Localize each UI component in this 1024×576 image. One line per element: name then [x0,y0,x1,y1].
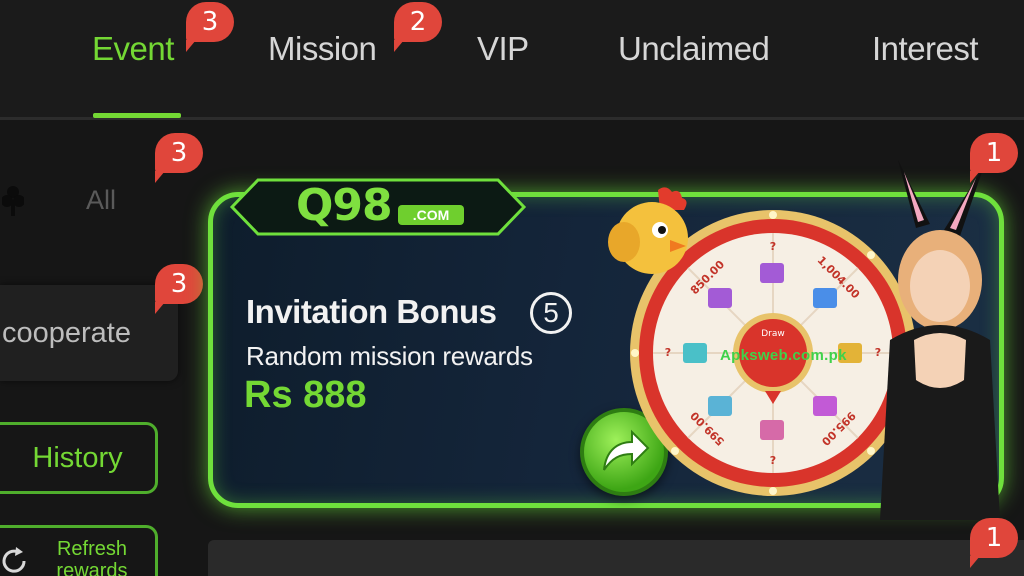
character-illustration [880,160,1000,520]
club-icon [2,186,24,216]
event-page: Event 3 Mission 2 VIP Unclaimed Interest… [0,0,1024,576]
sidebar-cooperate-badge: 3 [155,264,203,314]
tab-interest[interactable]: Interest [872,30,979,68]
tab-unclaimed[interactable]: Unclaimed [618,30,770,68]
chicken-mascot-illustration [608,187,688,274]
wheel-label-5: ? [770,454,776,467]
promo-title: Invitation Bonus [246,293,497,330]
tab-event[interactable]: Event [92,30,174,68]
tab-mission-badge: 2 [394,2,442,52]
wheel-label-7: ? [665,346,671,359]
wheel-center-label: Draw [761,329,785,339]
promo-amount: Rs 888 [244,374,367,416]
sidebar-item-cooperate-label: cooperate [2,317,131,349]
active-tab-indicator [93,113,181,118]
tab-event-badge: 3 [186,2,234,52]
promo-count: 5 [530,292,572,334]
sidebar-item-all-label[interactable]: All [86,185,116,216]
wheel-label-1: ? [770,240,776,253]
next-banner-badge: 1 [970,518,1018,568]
q98-logo-com: .COM [398,205,464,225]
tab-vip[interactable]: VIP [477,30,529,68]
banner-badge: 1 [970,133,1018,183]
next-banner[interactable] [208,540,1024,576]
history-button[interactable]: History [0,422,158,494]
watermark: Apksweb.com.pk [720,347,847,364]
q98-logo: Q98 [296,180,393,231]
promo-subtitle: Random mission rewards [246,341,533,371]
refresh-rewards-button[interactable]: Refresh rewards [0,525,158,576]
refresh-rewards-label: Refresh rewards [56,538,128,576]
sidebar-all-badge: 3 [155,133,203,183]
tab-bar: Event 3 Mission 2 VIP Unclaimed Interest [0,0,1024,120]
tab-mission[interactable]: Mission [268,30,377,68]
refresh-icon [2,547,26,573]
sidebar-item-cooperate[interactable]: cooperate [0,285,178,381]
